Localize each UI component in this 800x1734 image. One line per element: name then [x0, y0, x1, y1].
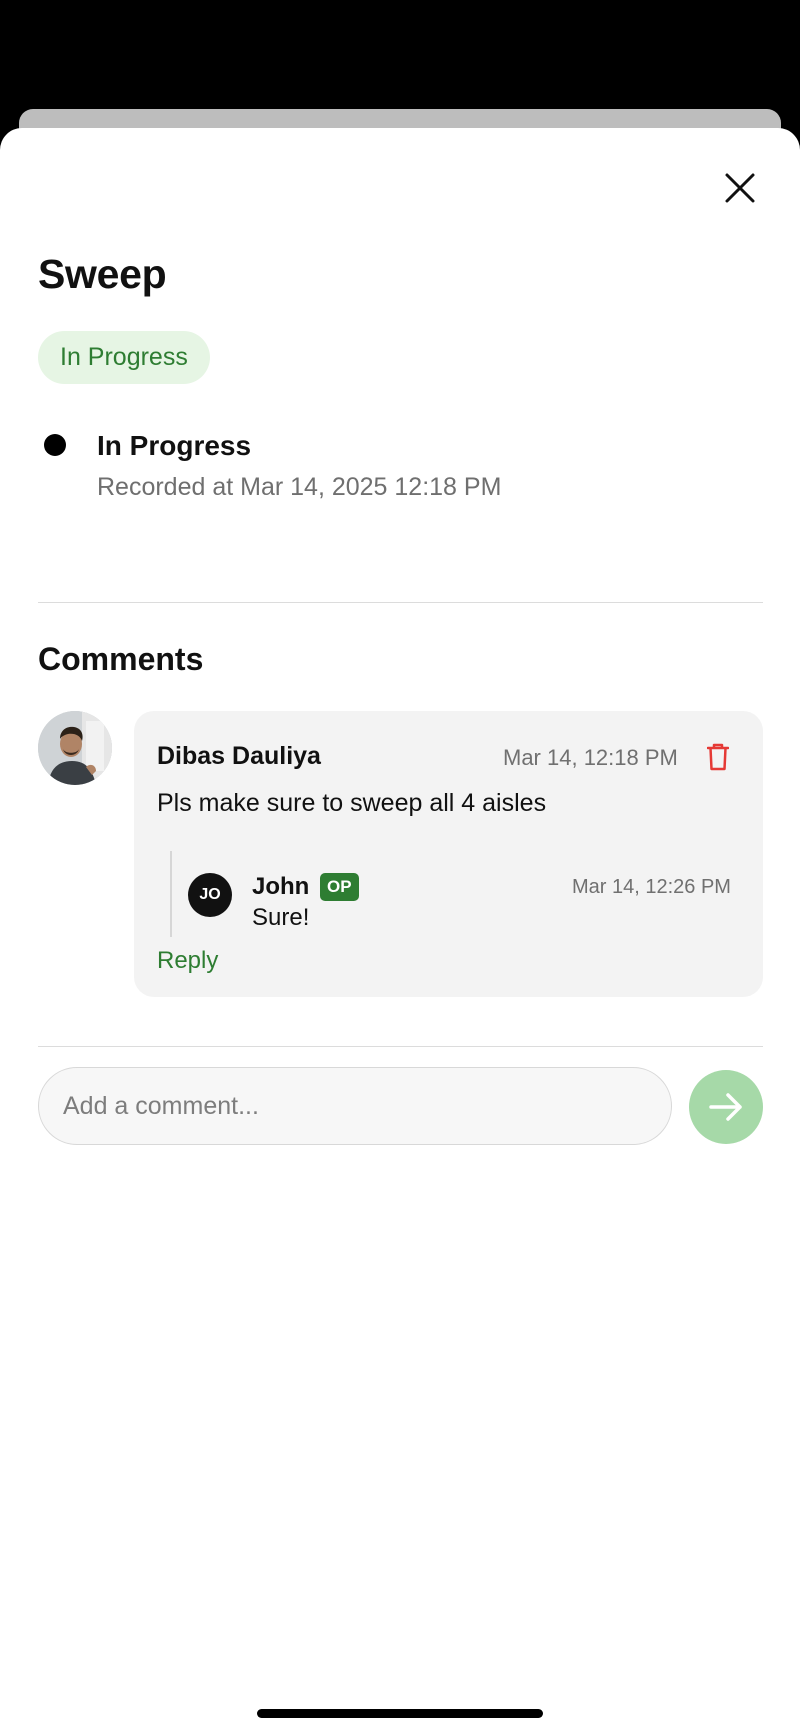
reply-avatar: JO — [188, 873, 232, 917]
avatar[interactable] — [38, 711, 112, 785]
arrow-right-icon — [709, 1093, 742, 1121]
send-button[interactable] — [689, 1070, 763, 1144]
home-indicator — [257, 1709, 543, 1718]
status-badge: In Progress — [38, 331, 210, 384]
trash-icon — [707, 743, 729, 771]
comment-author: Dibas Dauliya — [157, 742, 321, 770]
timeline-status: In Progress — [97, 430, 252, 461]
divider — [38, 602, 763, 603]
comment-input[interactable] — [38, 1067, 672, 1145]
timeline-timestamp: Recorded at Mar 14, 2025 12:18 PM — [97, 473, 502, 501]
reply-thread-line — [170, 851, 172, 937]
reply-author: John — [252, 873, 310, 900]
comment-timestamp: Mar 14, 12:18 PM — [503, 745, 678, 770]
avatar-photo — [38, 711, 112, 785]
reply-timestamp: Mar 14, 12:26 PM — [572, 876, 731, 898]
reply-body: Sure! — [252, 904, 310, 931]
divider — [38, 1046, 763, 1047]
delete-comment-button[interactable] — [702, 740, 734, 774]
reply-button[interactable]: Reply — [157, 947, 218, 975]
op-badge: OP — [320, 873, 359, 901]
close-button[interactable] — [718, 166, 762, 210]
page-title: Sweep — [38, 251, 167, 297]
comments-title: Comments — [38, 641, 204, 677]
close-icon — [725, 173, 755, 203]
timeline-dot — [44, 434, 66, 456]
comment-body: Pls make sure to sweep all 4 aisles — [157, 789, 547, 817]
